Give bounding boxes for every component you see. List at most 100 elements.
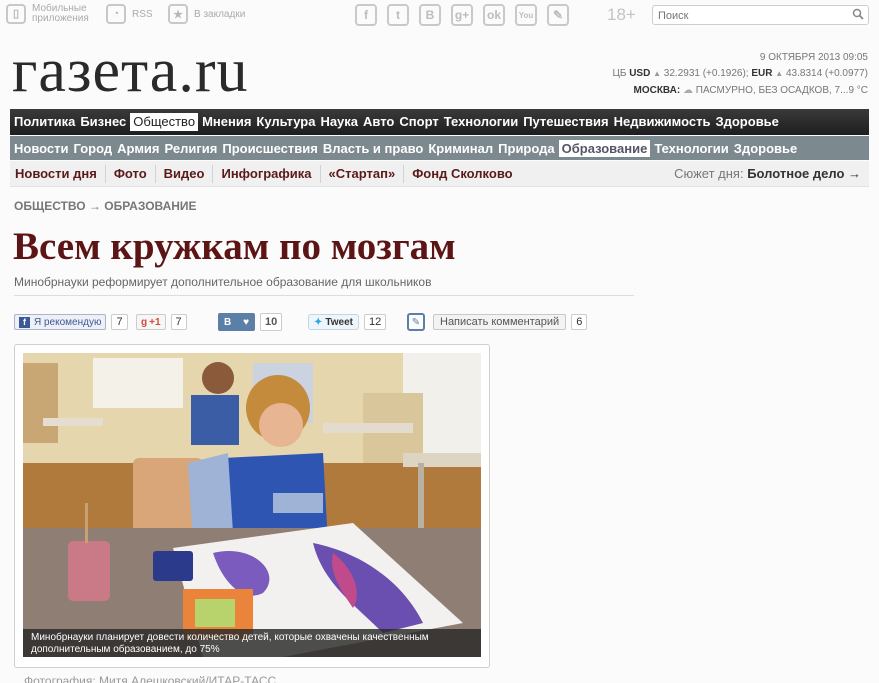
- weather-city: МОСКВА:: [633, 85, 681, 96]
- gplus-count: 7: [170, 314, 187, 330]
- google-plus-icon: g: [141, 316, 148, 328]
- facebook-recommend-label: Я рекомендую: [34, 316, 102, 328]
- search-icon[interactable]: [852, 8, 864, 20]
- article-photo[interactable]: Минобрнауки планирует довести количество…: [23, 353, 481, 657]
- nav-sport[interactable]: Спорт: [398, 113, 442, 131]
- extra-video[interactable]: Видео: [156, 164, 214, 183]
- site-logo[interactable]: газета.ru: [12, 36, 248, 106]
- extra-infographics[interactable]: Инфографика: [213, 164, 321, 183]
- article-title: Всем кружкам по мозгам: [13, 225, 456, 268]
- nav-travel[interactable]: Путешествия: [522, 113, 612, 131]
- vk-share: B ♥ 10: [218, 313, 283, 331]
- weather-text: ПАСМУРНО, БЕЗ ОСАДКОВ, 7...9 °С: [695, 85, 868, 96]
- subnav-technology[interactable]: Технологии: [653, 140, 732, 157]
- gplus-button[interactable]: g +1: [136, 314, 166, 330]
- subnav-nature[interactable]: Природа: [497, 140, 558, 157]
- gplus-label: +1: [149, 316, 161, 328]
- facebook-icon: f: [19, 316, 30, 328]
- extra-startup[interactable]: «Стартап»: [321, 164, 405, 183]
- plot-of-day: Сюжет дня: Болотное дело →: [674, 165, 869, 183]
- currency-rates: ЦБ USD ▲ 32.2931 (+0.1926); EUR ▲ 43.831…: [612, 68, 868, 79]
- rss-icon: ◔: [106, 4, 126, 24]
- facebook-share: f Я рекомендую 7: [14, 313, 128, 331]
- plot-label: Сюжет дня:: [674, 165, 744, 181]
- eur-value: 43.8314 (+0.0977): [785, 68, 868, 79]
- nav-science[interactable]: Наука: [319, 113, 362, 131]
- age-rating: 18+: [607, 5, 636, 24]
- odnoklassniki-icon[interactable]: ok: [483, 4, 505, 26]
- nav-society[interactable]: Общество: [130, 113, 199, 131]
- photo-illustration: [23, 353, 481, 657]
- extra-skolkovo[interactable]: Фонд Сколково: [404, 165, 520, 183]
- pencil-icon: ✎: [407, 313, 425, 331]
- extra-photo[interactable]: Фото: [106, 164, 156, 183]
- nav-auto[interactable]: Авто: [362, 113, 398, 131]
- subnav-city[interactable]: Город: [73, 140, 117, 157]
- article-photo-frame: Минобрнауки планирует довести количество…: [14, 344, 490, 668]
- subnav-education[interactable]: Образование: [558, 139, 651, 157]
- comment-count: 6: [571, 314, 588, 330]
- subnav-crime[interactable]: Криминал: [427, 140, 497, 157]
- vkontakte-icon[interactable]: B: [419, 4, 441, 26]
- usd-value: 32.2931 (+0.1926);: [663, 68, 749, 79]
- subnav-army[interactable]: Армия: [116, 140, 163, 157]
- nav-technology[interactable]: Технологии: [443, 113, 522, 131]
- weather: МОСКВА: ☁ ПАСМУРНО, БЕЗ ОСАДКОВ, 7...9 °…: [634, 85, 869, 96]
- arrow-up-icon: ▲: [775, 69, 784, 78]
- top-utility-bar: ▯ Мобильные приложения ◔ RSS ★ В закладк…: [0, 0, 879, 32]
- main-nav: Политика Бизнес Общество Мнения Культура…: [10, 109, 869, 135]
- breadcrumb[interactable]: ОБЩЕСТВО → ОБРАЗОВАНИЕ: [14, 199, 197, 213]
- photo-caption: Минобрнауки планирует довести количество…: [23, 629, 481, 657]
- search-box: [652, 5, 869, 25]
- subnav-power-law[interactable]: Власть и право: [322, 140, 427, 157]
- nav-culture[interactable]: Культура: [255, 113, 319, 131]
- photo-credit: Фотография: Митя Алешковский/ИТАР-ТАСС: [24, 674, 277, 683]
- nav-opinions[interactable]: Мнения: [201, 113, 255, 131]
- twitter-share: ✦ Tweet 12: [308, 313, 387, 331]
- extra-nav: Новости дня Фото Видео Инфографика «Стар…: [10, 161, 869, 187]
- nav-politics[interactable]: Политика: [13, 113, 79, 131]
- rss-label: RSS: [132, 8, 153, 20]
- article-subtitle: Минобрнауки реформирует дополнительное о…: [14, 275, 432, 289]
- subnav-incidents[interactable]: Происшествия: [221, 140, 322, 157]
- gplus-share: g +1 7: [136, 313, 187, 331]
- usd-label: USD: [629, 68, 651, 79]
- plot-link[interactable]: Болотное дело →: [747, 166, 861, 181]
- search-input[interactable]: [653, 7, 843, 25]
- rss-link[interactable]: ◔ RSS: [106, 4, 153, 24]
- arrow-up-icon: ▲: [653, 69, 662, 78]
- twitter-bird-icon: ✦: [314, 316, 323, 328]
- mobile-apps-link[interactable]: ▯ Мобильные приложения: [6, 4, 92, 24]
- rates-prefix: ЦБ: [612, 68, 627, 79]
- subnav-news[interactable]: Новости: [13, 140, 73, 157]
- divider: [14, 295, 634, 296]
- vkontakte-icon: B: [223, 316, 232, 328]
- tweet-label: Tweet: [325, 316, 353, 328]
- extra-news-of-day[interactable]: Новости дня: [10, 164, 106, 183]
- tweet-button[interactable]: ✦ Tweet: [308, 314, 359, 330]
- facebook-recommend-button[interactable]: f Я рекомендую: [14, 314, 107, 330]
- vk-count: 10: [260, 313, 283, 331]
- mobile-apps-label: Мобильные приложения: [32, 3, 89, 24]
- nav-business[interactable]: Бизнес: [79, 113, 130, 131]
- vk-like-button[interactable]: B ♥: [218, 313, 255, 331]
- tweet-count: 12: [364, 314, 387, 330]
- eur-label: EUR: [751, 68, 773, 79]
- google-plus-icon[interactable]: g+: [451, 4, 473, 26]
- bookmarks-link[interactable]: ★ В закладки: [168, 4, 245, 24]
- bookmarks-label: В закладки: [194, 8, 246, 20]
- cloud-icon: ☁: [683, 85, 693, 96]
- subnav-religion[interactable]: Религия: [164, 140, 222, 157]
- twitter-icon[interactable]: t: [387, 4, 409, 26]
- current-date: 9 ОКТЯБРЯ 2013 09:05: [759, 52, 868, 63]
- phone-icon: ▯: [6, 4, 26, 24]
- write-comment-button[interactable]: Написать комментарий: [433, 314, 567, 330]
- subnav-health[interactable]: Здоровье: [733, 140, 801, 157]
- livejournal-icon[interactable]: ✎: [547, 4, 569, 26]
- heart-icon: ♥: [243, 316, 250, 328]
- nav-health[interactable]: Здоровье: [714, 113, 782, 131]
- nav-realty[interactable]: Недвижимость: [613, 113, 715, 131]
- facebook-icon[interactable]: f: [355, 4, 377, 26]
- youtube-icon[interactable]: You: [515, 4, 537, 26]
- social-icons: f t B g+ ok You ✎: [355, 4, 569, 26]
